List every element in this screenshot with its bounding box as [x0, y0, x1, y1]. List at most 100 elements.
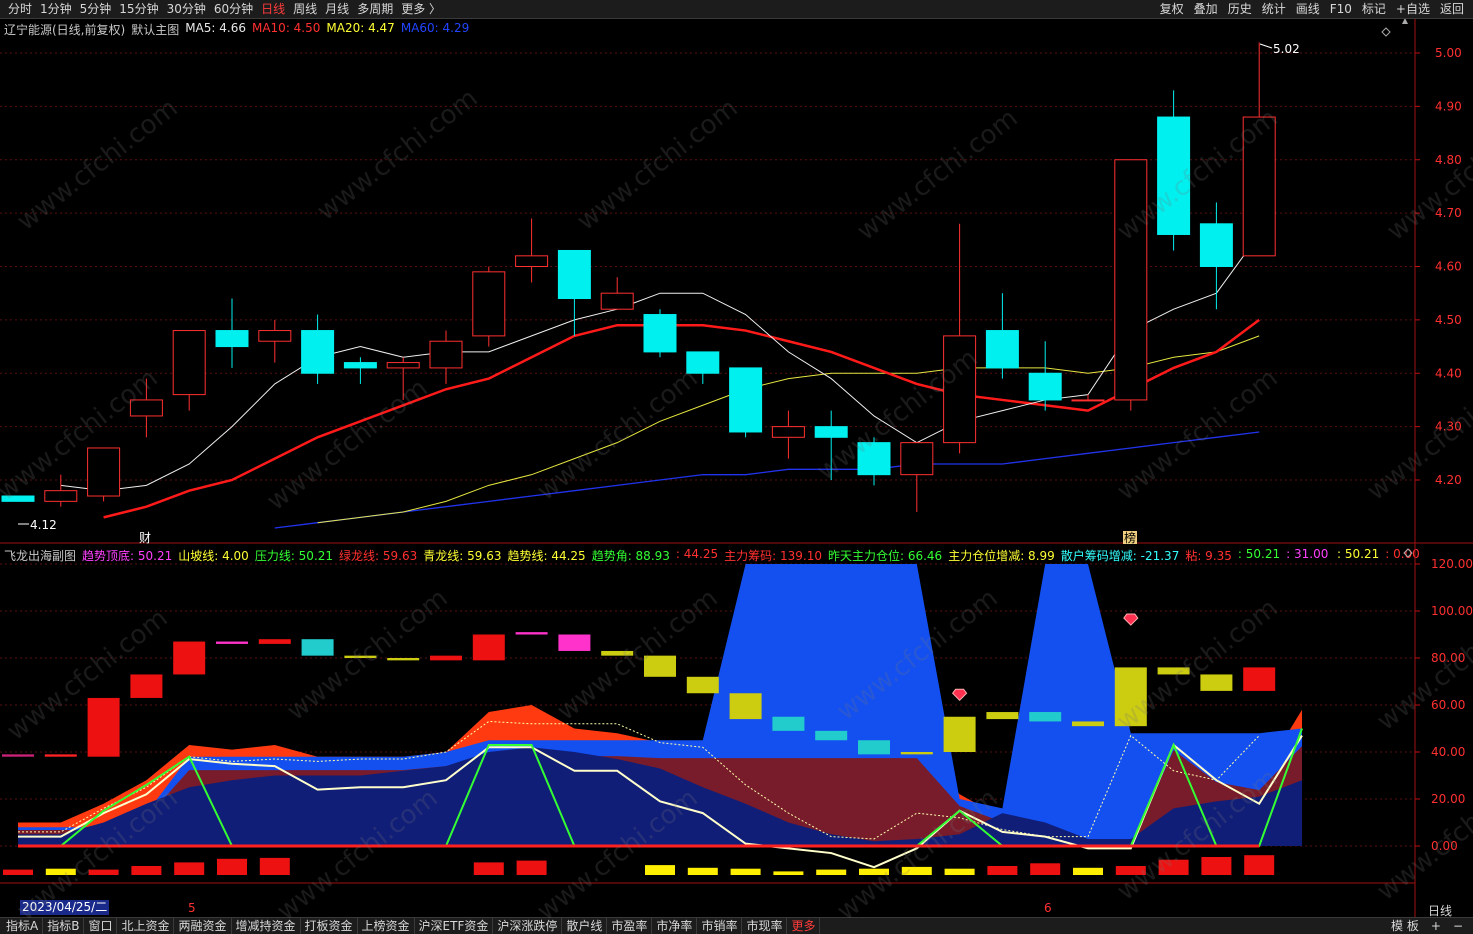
period-tab-8[interactable]: 月线: [321, 1, 353, 17]
period-tab-3[interactable]: 15分钟: [115, 1, 162, 17]
candle-body: [1114, 159, 1148, 401]
sub-bar: [1157, 667, 1190, 675]
indicator-tab-12[interactable]: 市净率: [652, 918, 698, 934]
indicator-tab-10[interactable]: 散户线: [562, 918, 608, 934]
signal-bar: [45, 868, 76, 875]
indicator-tab-3[interactable]: 北上资金: [117, 918, 175, 934]
sub-tick-label: 100.00: [1431, 604, 1473, 618]
price-tick-label: 4.40: [1435, 366, 1462, 380]
period-tab-0[interactable]: 分时: [4, 1, 36, 17]
sub-bar: [686, 676, 719, 694]
candle-body: [643, 314, 677, 353]
period-tab-6[interactable]: 日线: [257, 1, 289, 17]
candle-body: [1199, 223, 1233, 268]
indicator-tab-15[interactable]: 更多: [787, 918, 821, 934]
sub-bar: [986, 712, 1019, 720]
indicator-tab-14[interactable]: 市现率: [742, 918, 788, 934]
sub-bar: [515, 632, 548, 635]
signal-bar: [687, 867, 718, 875]
candle-body: [515, 255, 549, 267]
candle-body: [1242, 116, 1276, 257]
period-tab-7[interactable]: 周线: [289, 1, 321, 17]
indicator-tabs: 指标A 指标B 窗口 北上资金 两融资金 增减持资金 打板资金 上榜资金 沪深ETF资金 沪深涨跌…: [2, 918, 821, 934]
sub-bar: [2, 754, 34, 757]
kline-chart[interactable]: 5.00 4.90 4.80 4.70 4.60 4.50 4.40 4.30 4.20 120.…: [0, 19, 1473, 917]
scroll-up-icon[interactable]: [1402, 19, 1408, 24]
period-tab-9[interactable]: 多周期: [353, 1, 397, 17]
signal-bar: [1244, 855, 1275, 875]
ma10-line: [103, 318, 1260, 519]
signal-bar: [987, 866, 1018, 875]
candle-body: [386, 362, 420, 369]
tool-button-1[interactable]: 叠加: [1189, 1, 1223, 17]
signal-bar: [1073, 867, 1103, 875]
template-controls: 模 板 + −: [1385, 918, 1469, 934]
sub-bar: [472, 634, 505, 661]
indicator-tab-9[interactable]: 沪深涨跌停: [493, 918, 563, 934]
sub-diamond-toggle-icon[interactable]: [1403, 548, 1413, 558]
indicator-tab-13[interactable]: 市销率: [697, 918, 743, 934]
signal-bar: [1115, 866, 1146, 875]
tool-button-4[interactable]: 画线: [1291, 1, 1325, 17]
candle-body: [87, 447, 121, 497]
indicator-tab-11[interactable]: 市盈率: [607, 918, 653, 934]
sub-bar: [87, 697, 120, 757]
price-tick-label: 4.90: [1435, 99, 1462, 113]
indicator-tab-8[interactable]: 沪深ETF资金: [415, 918, 494, 934]
period-tab-10[interactable]: 更多 〉: [397, 1, 445, 17]
sub-bar: [1072, 721, 1104, 727]
tool-button-2[interactable]: 历史: [1223, 1, 1257, 17]
sub-bar: [130, 674, 163, 698]
signal-bar: [1158, 859, 1189, 875]
candle-body: [600, 292, 634, 310]
sub-bar: [1200, 674, 1233, 691]
indicator-tab-0[interactable]: 指标A: [2, 918, 44, 934]
signal-bar: [473, 862, 504, 875]
high-price-label: 5.02: [1273, 42, 1300, 56]
sub-bar: [858, 740, 890, 755]
template-button-2[interactable]: −: [1447, 918, 1469, 934]
tool-button-7[interactable]: +自选: [1391, 1, 1435, 17]
sub-bar: [258, 639, 291, 644]
month-label-5: 5: [188, 901, 196, 915]
indicator-tab-4[interactable]: 两融资金: [174, 918, 232, 934]
sub-tick-label: 60.00: [1431, 698, 1465, 712]
signal-bar: [131, 866, 162, 875]
candle-body: [985, 330, 1019, 369]
candle-body: [814, 426, 848, 438]
sub-bar: [1114, 667, 1147, 727]
price-tick-label: 4.30: [1435, 420, 1462, 434]
signal-bar: [1030, 863, 1061, 875]
indicator-tab-5[interactable]: 增减持资金: [232, 918, 301, 934]
tool-button-8[interactable]: 返回: [1435, 1, 1469, 17]
sub-bar: [216, 641, 248, 644]
chart-tools: 复权 叠加 历史 统计 画线 F10 标记 +自选 返回: [1155, 1, 1469, 17]
indicator-tab-6[interactable]: 打板资金: [301, 918, 358, 934]
sub-bar: [173, 641, 206, 675]
diamond-icon: [1123, 613, 1139, 626]
template-button-0[interactable]: 模 板: [1385, 918, 1425, 934]
indicator-tab-2[interactable]: 窗口: [84, 918, 118, 934]
sub-bar: [1243, 667, 1276, 691]
candle-body: [472, 271, 506, 337]
tool-button-5[interactable]: F10: [1325, 1, 1357, 17]
tool-button-3[interactable]: 统计: [1257, 1, 1291, 17]
tool-button-6[interactable]: 标记: [1357, 1, 1391, 17]
diamond-toggle-icon[interactable]: [1381, 27, 1391, 37]
period-tab-4[interactable]: 30分钟: [163, 1, 210, 17]
indicator-tab-7[interactable]: 上榜资金: [358, 918, 415, 934]
month-label-6: 6: [1044, 901, 1052, 915]
candle-body: [258, 330, 292, 342]
indicator-tab-1[interactable]: 指标B: [43, 918, 85, 934]
period-tab-2[interactable]: 5分钟: [76, 1, 116, 17]
signal-bar: [1201, 857, 1232, 875]
tool-button-0[interactable]: 复权: [1155, 1, 1189, 17]
price-tick-label: 4.20: [1435, 473, 1462, 487]
template-button-1[interactable]: +: [1425, 918, 1447, 934]
price-tick-label: 5.00: [1435, 46, 1462, 60]
period-tab-1[interactable]: 1分钟: [36, 1, 76, 17]
period-tab-5[interactable]: 60分钟: [210, 1, 257, 17]
sub-bar: [558, 634, 591, 651]
candle-body: [1028, 372, 1062, 401]
candle-body: [1, 495, 35, 502]
